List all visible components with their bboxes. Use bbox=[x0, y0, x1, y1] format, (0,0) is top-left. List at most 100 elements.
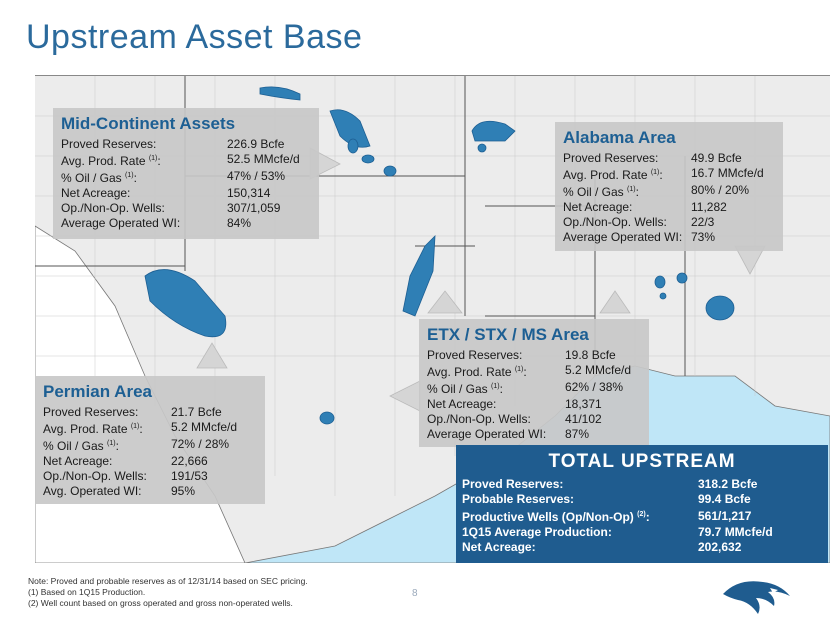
table-row: % Oil / Gas (1): 72% / 28% bbox=[43, 437, 237, 454]
total-heading: TOTAL UPSTREAM bbox=[548, 451, 736, 472]
footnote-ref: (1) bbox=[627, 186, 636, 193]
row-label: Average Operated WI: bbox=[427, 427, 547, 441]
asset-region bbox=[471, 120, 516, 142]
row-label: Average Operated WI: bbox=[61, 216, 181, 230]
table-row: Average Operated WI: 87% bbox=[427, 427, 631, 442]
table-row: Avg. Operated WI: 95% bbox=[43, 484, 237, 499]
row-label: Proved Reserves: bbox=[427, 348, 523, 362]
asset-region bbox=[477, 143, 487, 153]
footnote-line: (1) Based on 1Q15 Production. bbox=[28, 587, 146, 597]
row-value: 18,371 bbox=[565, 397, 602, 411]
row-label: Proved Reserves: bbox=[61, 137, 157, 151]
row-value: 80% / 20% bbox=[691, 183, 750, 197]
row-value: 226.9 Bcfe bbox=[227, 137, 285, 151]
row-label: Proved Reserves: bbox=[462, 477, 564, 491]
footnote-ref: (1) bbox=[107, 440, 116, 447]
table-row: Net Acreage: 22,666 bbox=[43, 454, 237, 469]
table-row: Proved Reserves: 49.9 Bcfe bbox=[563, 151, 764, 166]
table-row: Average Operated WI: 84% bbox=[61, 216, 300, 231]
footnote-ref: (1) bbox=[491, 383, 500, 390]
row-value: 150,314 bbox=[227, 186, 271, 200]
row-value: 95% bbox=[171, 484, 196, 498]
total-table: Proved Reserves: 318.2 Bcfe Probable Rese… bbox=[462, 477, 773, 555]
total-upstream-panel: TOTAL UPSTREAM Proved Reserves: 318.2 Bcf… bbox=[456, 445, 828, 563]
row-label: Op./Non-Op. Wells: bbox=[427, 412, 531, 426]
asset-region bbox=[144, 269, 227, 338]
row-label: Avg. Prod. Rate bbox=[61, 154, 149, 168]
row-value: 73% bbox=[691, 230, 716, 244]
row-label: 1Q15 Average Production: bbox=[462, 525, 612, 539]
table-row: Proved Reserves: 318.2 Bcfe bbox=[462, 477, 773, 492]
row-label: Productive Wells (Op/Non-Op) bbox=[462, 510, 638, 524]
row-value: 84% bbox=[227, 216, 252, 230]
table-row: Proved Reserves: 19.8 Bcfe bbox=[427, 348, 631, 363]
asset-region bbox=[676, 272, 688, 284]
footnotes: Note: Proved and probable reserves as of… bbox=[28, 576, 308, 609]
row-value: 5.2 MMcfe/d bbox=[171, 420, 238, 434]
row-label: Op./Non-Op. Wells: bbox=[563, 215, 667, 229]
row-label: Avg. Operated WI: bbox=[43, 484, 142, 498]
row-value: 11,282 bbox=[691, 200, 727, 214]
row-label: % Oil / Gas bbox=[43, 439, 108, 453]
row-value: 5.2 MMcfe/d bbox=[565, 363, 632, 377]
table-row: Op./Non-Op. Wells: 41/102 bbox=[427, 412, 631, 427]
permian-table: Proved Reserves: 21.7 Bcfe Avg. Prod. Rat… bbox=[43, 405, 237, 499]
mid-continent-panel: Mid-Continent Assets Proved Reserves: 226… bbox=[53, 108, 319, 239]
table-row: % Oil / Gas (1): 47% / 53% bbox=[61, 169, 300, 186]
table-row: Net Acreage: 11,282 bbox=[563, 200, 764, 215]
row-label: Net Acreage: bbox=[462, 540, 536, 554]
row-value: 72% / 28% bbox=[171, 437, 230, 451]
table-row: Avg. Prod. Rate (1): 5.2 MMcfe/d bbox=[427, 363, 631, 380]
table-row: Net Acreage: 18,371 bbox=[427, 397, 631, 412]
row-label: Average Operated WI: bbox=[563, 230, 683, 244]
row-label: Proved Reserves: bbox=[563, 151, 659, 165]
row-label: Net Acreage: bbox=[43, 454, 113, 468]
row-label: Net Acreage: bbox=[61, 186, 131, 200]
footnote-line: (2) Well count based on gross operated a… bbox=[28, 598, 293, 608]
asset-region bbox=[347, 138, 359, 154]
row-suffix: : bbox=[635, 185, 639, 199]
row-label: Net Acreage: bbox=[563, 200, 633, 214]
table-row: Avg. Prod. Rate (1): 5.2 MMcfe/d bbox=[43, 420, 237, 437]
row-label: Net Acreage: bbox=[427, 397, 497, 411]
row-value: 191/53 bbox=[171, 469, 208, 483]
asset-region bbox=[705, 295, 735, 321]
table-row: Net Acreage: 150,314 bbox=[61, 186, 300, 201]
row-label: Op./Non-Op. Wells: bbox=[61, 201, 165, 215]
mid-continent-table: Proved Reserves: 226.9 Bcfe Avg. Prod. Ra… bbox=[61, 137, 300, 231]
row-value: 561/1,217 bbox=[698, 508, 752, 523]
row-value: 62% / 38% bbox=[565, 380, 624, 394]
table-row: Average Operated WI: 73% bbox=[563, 230, 764, 245]
table-row: % Oil / Gas (1): 80% / 20% bbox=[563, 183, 764, 200]
permian-heading: Permian Area bbox=[43, 382, 152, 401]
table-row: Proved Reserves: 21.7 Bcfe bbox=[43, 405, 237, 420]
page-title: Upstream Asset Base bbox=[26, 18, 363, 56]
permian-panel: Permian Area Proved Reserves: 21.7 Bcfe A… bbox=[35, 376, 265, 504]
row-value: 87% bbox=[565, 427, 590, 441]
row-suffix: : bbox=[645, 510, 650, 524]
alabama-table: Proved Reserves: 49.9 Bcfe Avg. Prod. Rat… bbox=[563, 151, 764, 245]
row-value: 19.8 Bcfe bbox=[565, 348, 616, 362]
row-value: 22,666 bbox=[171, 454, 208, 468]
row-value: 49.9 Bcfe bbox=[691, 151, 742, 165]
table-row: % Oil / Gas (1): 62% / 38% bbox=[427, 380, 631, 397]
row-value: 52.5 MMcfe/d bbox=[227, 152, 300, 166]
callout-arrow bbox=[196, 342, 228, 369]
row-label: % Oil / Gas bbox=[61, 171, 126, 185]
footnote-line: Note: Proved and probable reserves as of… bbox=[28, 576, 308, 586]
table-row: Net Acreage: 202,632 bbox=[462, 540, 773, 555]
row-value: 79.7 MMcfe/d bbox=[698, 525, 773, 539]
row-suffix: : bbox=[139, 422, 143, 436]
footnote-ref: (1) bbox=[125, 172, 134, 179]
table-row: Op./Non-Op. Wells: 307/1,059 bbox=[61, 201, 300, 216]
etx-table: Proved Reserves: 19.8 Bcfe Avg. Prod. Rat… bbox=[427, 348, 631, 442]
row-value: 47% / 53% bbox=[227, 169, 286, 183]
row-label: Probable Reserves: bbox=[462, 492, 575, 506]
callout-arrow bbox=[427, 290, 463, 314]
table-row: Avg. Prod. Rate (1): 52.5 MMcfe/d bbox=[61, 152, 300, 169]
alabama-panel: Alabama Area Proved Reserves: 49.9 Bcfe A… bbox=[555, 122, 783, 251]
asset-region bbox=[654, 275, 666, 289]
asset-region bbox=[659, 292, 667, 300]
table-row: Op./Non-Op. Wells: 22/3 bbox=[563, 215, 764, 230]
table-row: Op./Non-Op. Wells: 191/53 bbox=[43, 469, 237, 484]
